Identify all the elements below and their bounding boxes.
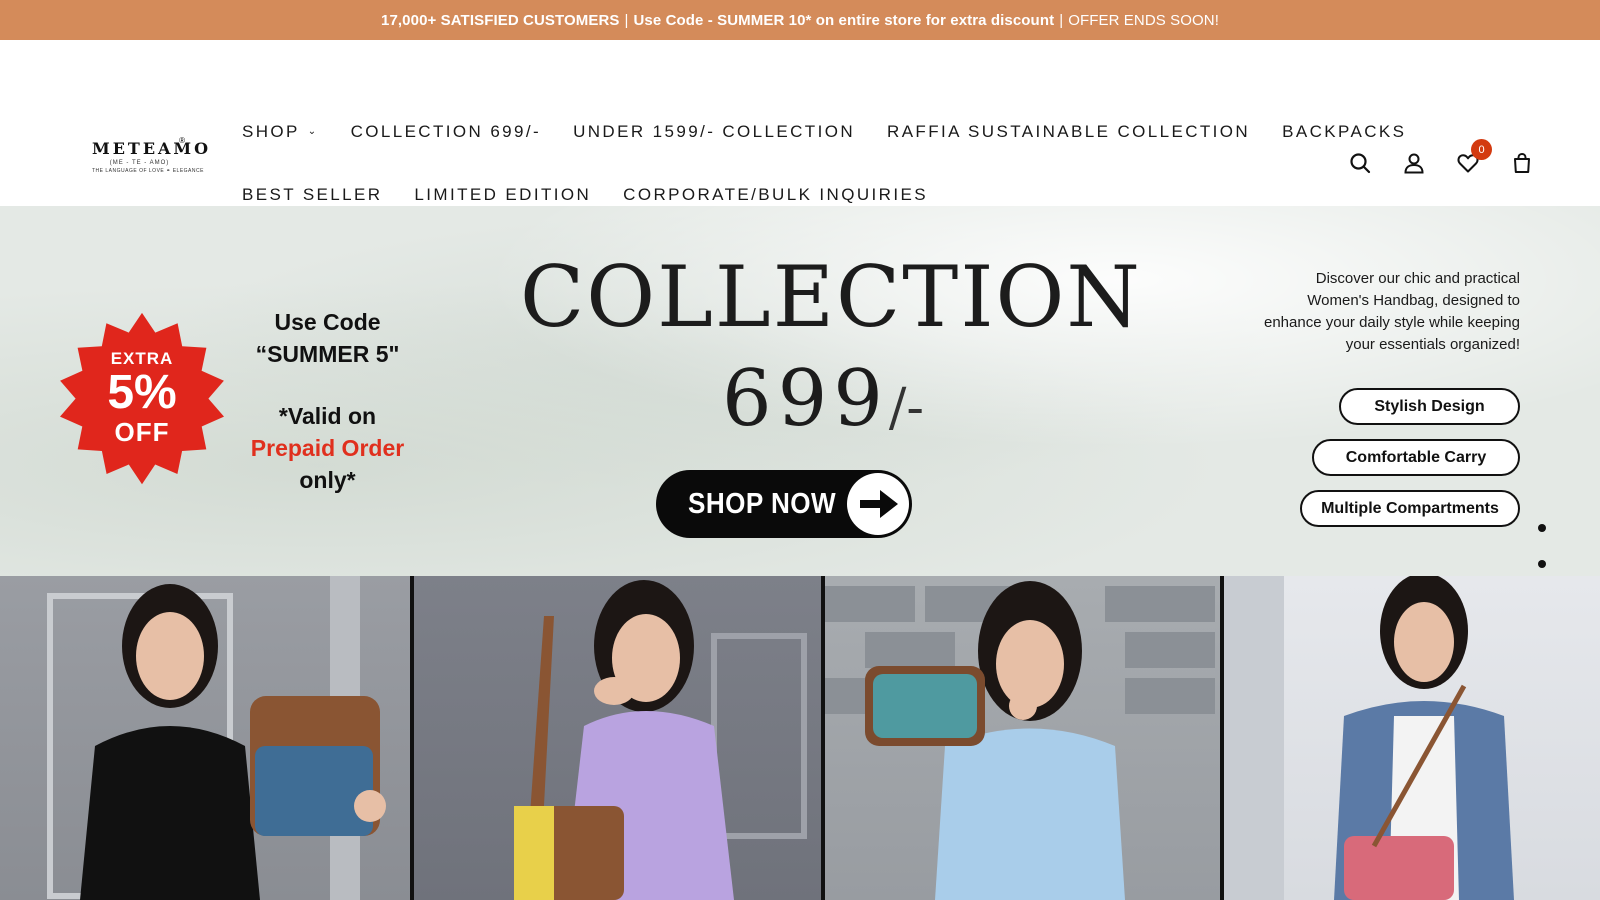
user-icon <box>1404 153 1424 174</box>
slider-dot[interactable] <box>1538 560 1546 568</box>
nav-item-limited-edition[interactable]: LIMITED EDITION <box>414 185 591 205</box>
model-photo <box>824 576 1220 900</box>
hero-price-value: 699 <box>722 354 889 444</box>
model-photo-illustration <box>824 581 1215 900</box>
model-photo <box>0 576 410 900</box>
account-button[interactable] <box>1402 151 1426 175</box>
model-photo <box>413 576 821 900</box>
slider-pagination <box>1538 524 1546 576</box>
discount-percent: 5% <box>107 365 177 419</box>
hero-banner[interactable]: EXTRA 5% OFF Use Code “SUMMER 5" *Valid … <box>0 206 1600 576</box>
hero-title: COLLECTION <box>520 248 1142 346</box>
nav-item-raffia[interactable]: RAFFIA SUSTAINABLE COLLECTION <box>887 122 1250 142</box>
arrow-right-icon <box>847 473 909 535</box>
announcement-customers: 17,000+ SATISFIED CUSTOMERS <box>381 11 620 29</box>
search-button[interactable] <box>1348 151 1372 175</box>
slider-dot[interactable] <box>1538 524 1546 532</box>
announcement-bar: 17,000+ SATISFIED CUSTOMERS | Use Code -… <box>0 0 1600 40</box>
model-photo-strip <box>0 576 1600 900</box>
cart-button[interactable] <box>1510 151 1534 175</box>
nav-item-under-1599[interactable]: UNDER 1599/- COLLECTION <box>573 122 855 142</box>
nav-item-label: SHOP <box>242 122 300 141</box>
bag-icon <box>1514 153 1530 173</box>
promo-only: only* <box>299 467 356 493</box>
nav-item-corporate-bulk[interactable]: CORPORATE/BULK INQUIRIES <box>623 185 928 205</box>
feature-pill: Comfortable Carry <box>1312 439 1520 476</box>
model-photo-illustration <box>1223 576 1514 900</box>
feature-pill: Multiple Compartments <box>1300 490 1520 527</box>
wishlist-button[interactable]: 0 <box>1456 139 1492 175</box>
discount-off: OFF <box>114 416 170 447</box>
chevron-down-icon: ⌄ <box>307 125 319 137</box>
model-photo-illustration <box>513 580 807 900</box>
header-actions: 0 <box>1318 139 1534 175</box>
model-photo-illustration <box>47 576 386 900</box>
promo-valid-on: *Valid on <box>278 403 377 429</box>
announcement-separator: | <box>1059 11 1064 29</box>
feature-pill: Stylish Design <box>1339 388 1520 425</box>
main-navigation: SHOP ⌄ COLLECTION 699/- UNDER 1599/- COL… <box>242 118 1404 209</box>
promo-use-code: Use Code <box>274 309 381 335</box>
promo-code: “SUMMER 5" <box>255 341 400 367</box>
search-icon <box>1350 153 1371 174</box>
nav-item-shop[interactable]: SHOP ⌄ <box>242 122 319 142</box>
logo-tagline: THE LANGUAGE OF LOVE ⚭ ELEGANCE <box>92 168 204 174</box>
nav-item-collection-699[interactable]: COLLECTION 699/- <box>351 122 542 142</box>
shop-now-label: SHOP NOW <box>688 487 837 520</box>
promo-code-text: Use Code “SUMMER 5" *Valid on Prepaid Or… <box>235 306 420 496</box>
nav-row-primary: SHOP ⌄ COLLECTION 699/- UNDER 1599/- COL… <box>242 118 1404 146</box>
logo-registered-mark: ® <box>179 136 185 145</box>
nav-row-secondary: BEST SELLER LIMITED EDITION CORPORATE/BU… <box>242 181 1322 209</box>
promo-prepaid-order: Prepaid Order <box>250 435 405 461</box>
nav-item-backpacks[interactable]: BACKPACKS <box>1282 122 1406 142</box>
hero-price: 699/- <box>722 354 924 444</box>
brand-logo[interactable]: METEAMO ® (ME - TE - AMO) THE LANGUAGE O… <box>92 136 212 189</box>
nav-item-best-seller[interactable]: BEST SELLER <box>242 185 382 205</box>
announcement-ends: OFFER ENDS SOON! <box>1068 11 1219 29</box>
announcement-separator: | <box>624 11 629 29</box>
hero-price-suffix: /- <box>888 378 924 438</box>
discount-badge-text: EXTRA 5% OFF <box>55 311 229 485</box>
logo-wordmark: METEAMO <box>92 139 212 158</box>
shop-now-button[interactable]: SHOP NOW <box>656 470 912 538</box>
hero-description: Discover our chic and practical Women's … <box>1264 270 1520 353</box>
site-header: METEAMO ® (ME - TE - AMO) THE LANGUAGE O… <box>0 40 1600 206</box>
discount-badge: EXTRA 5% OFF <box>55 311 229 485</box>
wishlist-count-badge: 0 <box>1471 139 1492 160</box>
model-photo <box>1223 576 1600 900</box>
announcement-offer: Use Code - SUMMER 10* on entire store fo… <box>633 11 1055 29</box>
logo-pronunciation: (ME - TE - AMO) <box>109 160 170 166</box>
